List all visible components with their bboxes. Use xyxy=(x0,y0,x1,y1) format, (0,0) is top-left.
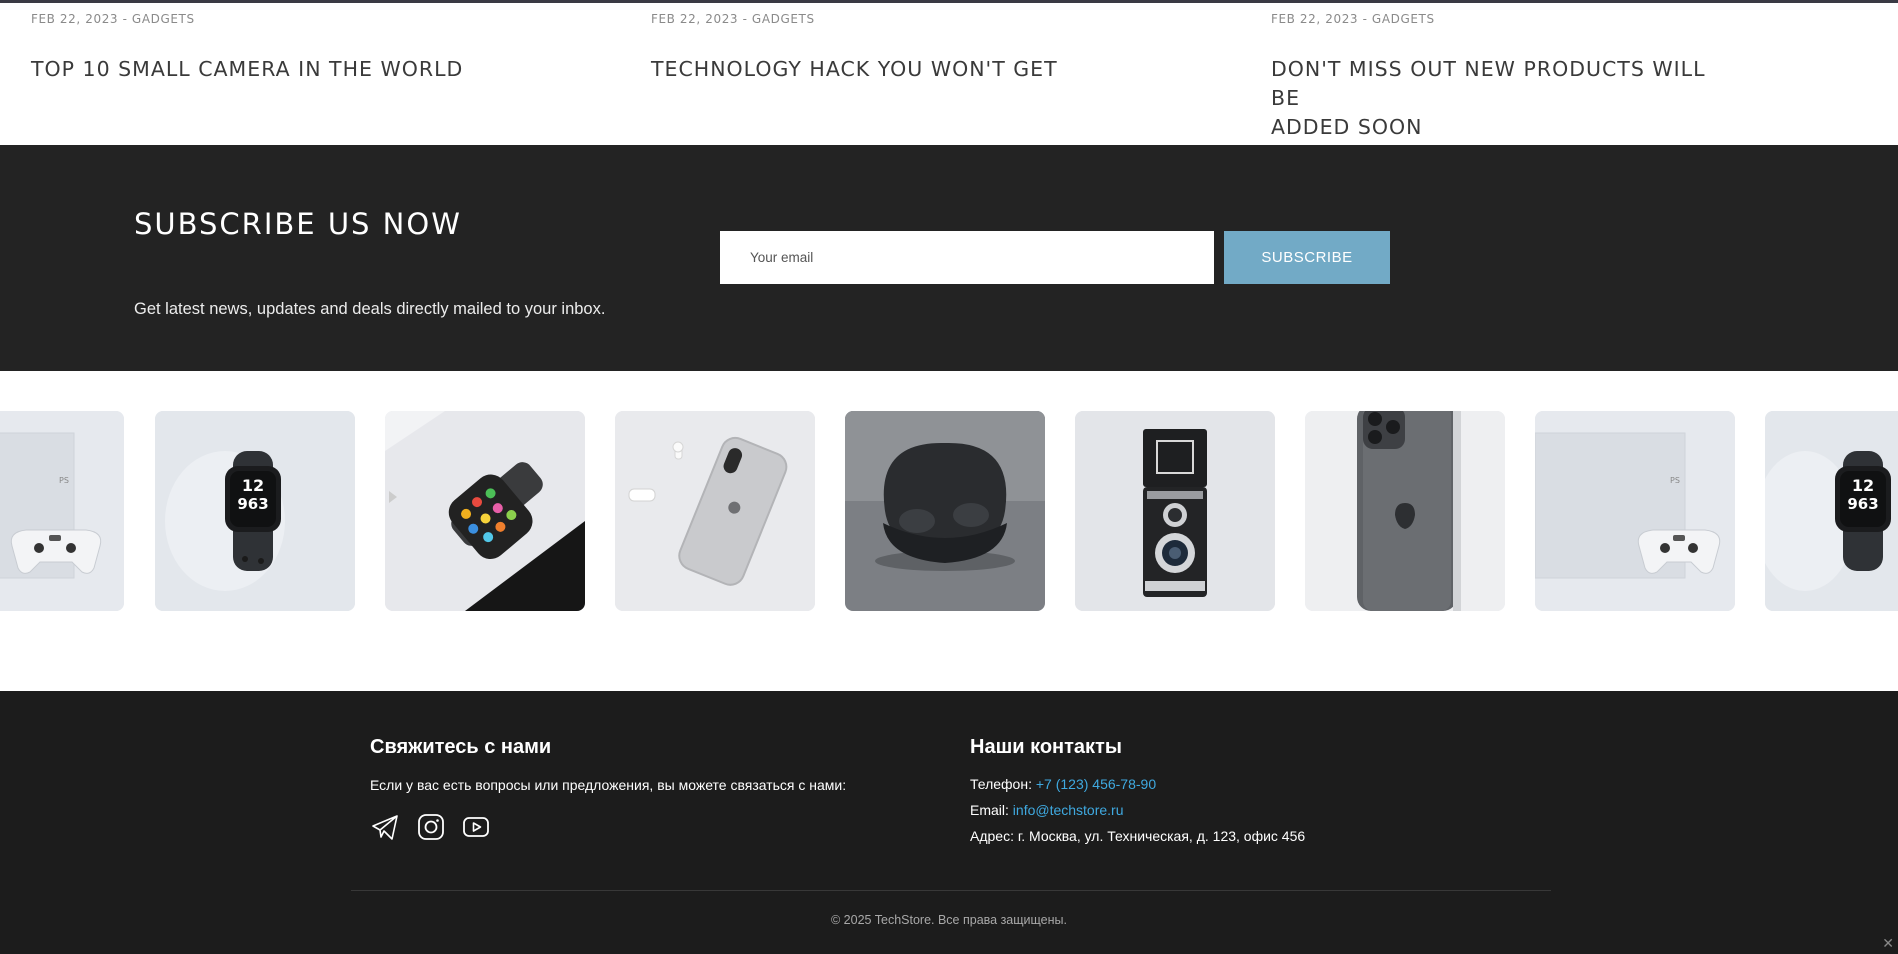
smartphone-back-icon xyxy=(1305,411,1505,611)
phone-label: Телефон: xyxy=(970,776,1032,792)
instagram-link[interactable] xyxy=(416,812,446,842)
phone-line: Телефон: +7 (123) 456-78-90 xyxy=(970,776,1156,792)
subscribe-button[interactable]: SUBSCRIBE xyxy=(1224,231,1390,284)
email-link[interactable]: info@techstore.ru xyxy=(1013,802,1124,818)
gallery-item-game-console-2[interactable]: PS xyxy=(1535,411,1735,611)
svg-text:963: 963 xyxy=(237,495,268,513)
post-title-line: ADDED SOON xyxy=(1271,115,1423,139)
contact-description: Если у вас есть вопросы или предложения,… xyxy=(370,777,847,793)
telegram-link[interactable] xyxy=(370,812,400,842)
gallery-item-smartphone[interactable] xyxy=(615,411,815,611)
post-title[interactable]: DON'T MISS OUT NEW PRODUCTS WILL BE ADDE… xyxy=(1271,55,1731,142)
subscribe-section: SUBSCRIBE US NOW Get latest news, update… xyxy=(0,145,1898,371)
svg-text:PS: PS xyxy=(59,476,69,485)
post-meta: FEB 22, 2023 - GADGETS xyxy=(651,12,815,26)
camera-icon xyxy=(1075,411,1275,611)
email-line: Email: info@techstore.ru xyxy=(970,802,1124,818)
post-title[interactable]: TECHNOLOGY HACK YOU WON'T GET xyxy=(651,55,1058,84)
email-input[interactable] xyxy=(720,231,1214,284)
gallery-item-smartphone-back[interactable] xyxy=(1305,411,1505,611)
gallery-item-camera[interactable] xyxy=(1075,411,1275,611)
instagram-icon xyxy=(418,814,444,840)
footer-divider xyxy=(351,890,1551,891)
game-console-icon: PS xyxy=(0,411,124,611)
youtube-icon xyxy=(463,817,489,837)
corner-close-icon[interactable]: ✕ xyxy=(1882,935,1894,952)
gallery-item-earbuds[interactable] xyxy=(845,411,1045,611)
phone-link[interactable]: +7 (123) 456-78-90 xyxy=(1036,776,1156,792)
smartphone-icon xyxy=(615,411,815,611)
smartwatch-icon: 12 963 xyxy=(1765,411,1898,611)
post-title-line: DON'T MISS OUT NEW PRODUCTS WILL BE xyxy=(1271,57,1706,110)
gallery-item-smartwatch[interactable]: 12 963 xyxy=(155,411,355,611)
telegram-icon xyxy=(372,815,398,840)
smartwatch-icon: 12 963 xyxy=(155,411,355,611)
smartwatch-colorful-icon xyxy=(385,411,585,611)
post-title-line: TECHNOLOGY HACK YOU WON'T GET xyxy=(651,57,1058,81)
email-label: Email: xyxy=(970,802,1009,818)
post-meta: FEB 22, 2023 - GADGETS xyxy=(1271,12,1435,26)
copyright-text: © 2025 TechStore. Все права защищены. xyxy=(831,913,1067,927)
svg-text:963: 963 xyxy=(1847,495,1878,513)
product-gallery: PS 12 963 PS 12 963 xyxy=(0,371,1898,691)
site-footer: Свяжитесь с нами Если у вас есть вопросы… xyxy=(0,691,1898,954)
blog-posts-row: FEB 22, 2023 - GADGETS TOP 10 SMALL CAME… xyxy=(0,3,1898,145)
subscribe-description: Get latest news, updates and deals direc… xyxy=(134,300,606,318)
youtube-link[interactable] xyxy=(461,812,491,842)
svg-text:12: 12 xyxy=(242,476,264,495)
svg-text:12: 12 xyxy=(1852,476,1874,495)
contact-title: Свяжитесь с нами xyxy=(370,736,552,758)
gallery-item-smartwatch-2[interactable] xyxy=(385,411,585,611)
gallery-item-smartwatch-3[interactable]: 12 963 xyxy=(1765,411,1898,611)
address-line: Адрес: г. Москва, ул. Техническая, д. 12… xyxy=(970,828,1306,844)
post-meta: FEB 22, 2023 - GADGETS xyxy=(31,12,195,26)
post-title[interactable]: TOP 10 SMALL CAMERA IN THE WORLD xyxy=(31,55,463,84)
earbuds-icon xyxy=(845,411,1045,611)
post-title-line: TOP 10 SMALL CAMERA IN THE WORLD xyxy=(31,57,464,81)
svg-text:PS: PS xyxy=(1670,476,1680,485)
contacts-title: Наши контакты xyxy=(970,736,1122,758)
gallery-item-game-console[interactable]: PS xyxy=(0,411,124,611)
game-console-icon: PS xyxy=(1535,411,1735,611)
subscribe-title: SUBSCRIBE US NOW xyxy=(134,207,462,241)
